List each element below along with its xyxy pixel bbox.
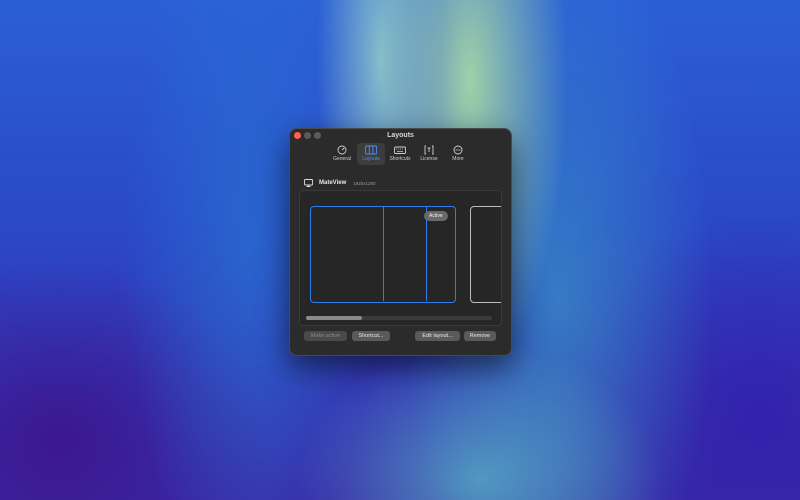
scrollbar-thumb[interactable] [306, 316, 362, 320]
remove-button[interactable]: Remove [464, 331, 496, 341]
license-icon [424, 145, 434, 155]
tab-license[interactable]: License [415, 143, 443, 165]
columns-icon [365, 145, 377, 155]
shortcut-button[interactable]: Shortcut... [352, 331, 390, 341]
layout-column-divider [383, 207, 384, 301]
gauge-icon [337, 145, 347, 155]
layout-column-divider [426, 207, 427, 301]
make-active-button[interactable]: Make active [304, 331, 347, 341]
active-badge: Active [424, 211, 448, 221]
display-icon [304, 179, 313, 187]
tab-shortcuts[interactable]: Shortcuts [386, 143, 414, 165]
layouts-window: Layouts General Layouts Shortcuts Licens… [289, 128, 512, 356]
ellipsis-icon [453, 145, 463, 155]
edit-layout-button[interactable]: Edit layout... [415, 331, 460, 341]
layouts-panel: Active [299, 190, 502, 326]
tab-general[interactable]: General [328, 143, 356, 165]
tab-more-label: More [452, 156, 464, 162]
layout-thumbnail[interactable] [470, 206, 501, 303]
title-bar: Layouts [290, 129, 511, 143]
monitor-name: MateView [319, 180, 347, 186]
tab-shortcuts-label: Shortcuts [389, 156, 411, 162]
tab-layouts-label: Layouts [362, 156, 380, 162]
window-title: Layouts [387, 132, 414, 139]
tab-license-label: License [420, 156, 438, 162]
tab-general-label: General [333, 156, 351, 162]
tab-more[interactable]: More [444, 143, 472, 165]
monitor-header: MateView 1920x1280 [304, 178, 376, 188]
horizontal-scrollbar[interactable] [306, 316, 492, 320]
monitor-resolution: 1920x1280 [353, 180, 376, 186]
preferences-toolbar: General Layouts Shortcuts License More [328, 143, 473, 167]
keyboard-icon [394, 146, 406, 154]
tab-layouts[interactable]: Layouts [357, 143, 385, 165]
